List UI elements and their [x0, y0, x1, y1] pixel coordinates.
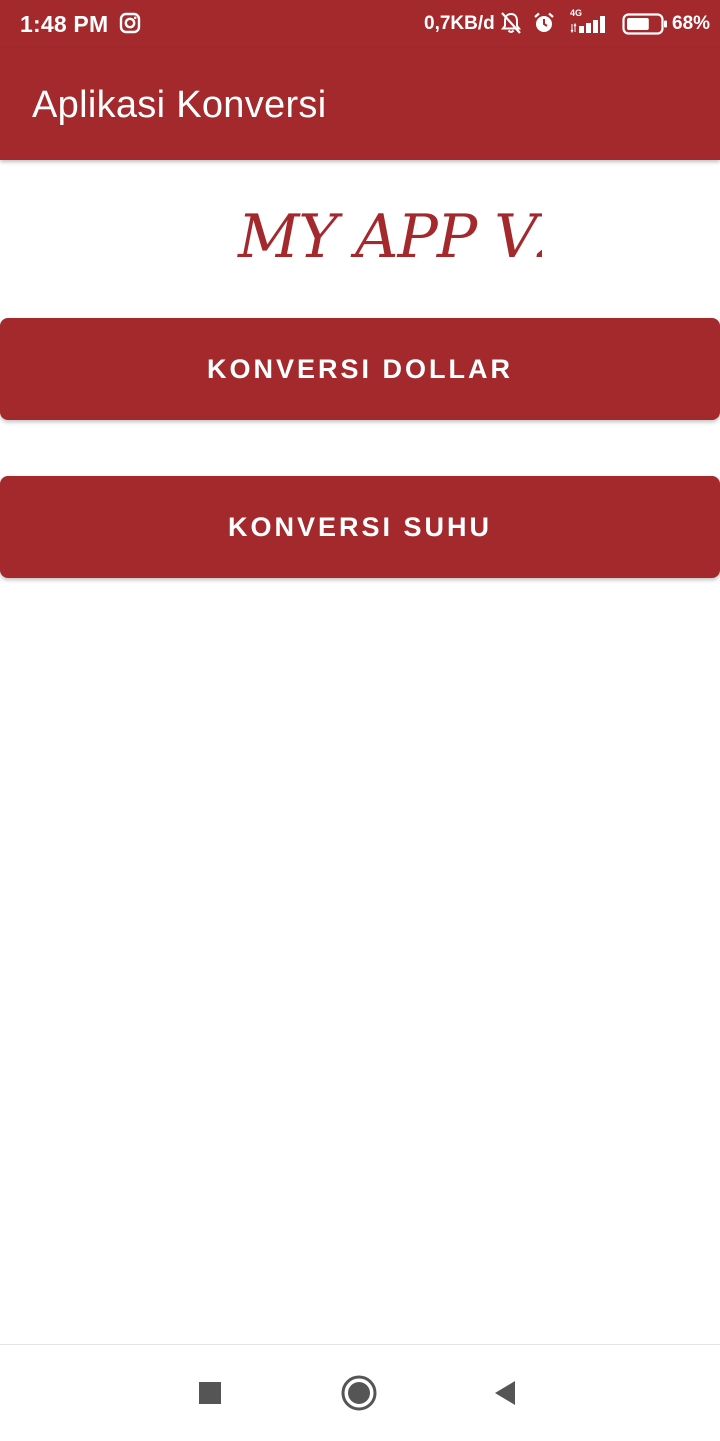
mute-bell-icon — [500, 11, 522, 40]
konversi-dollar-button[interactable]: KONVERSI DOLLAR — [0, 318, 720, 420]
back-icon — [495, 1381, 515, 1405]
home-icon — [341, 1375, 377, 1411]
status-bar: 1:48 PM 0,7KB/d 4G 68% — [0, 0, 720, 48]
app-title: Aplikasi Konversi — [32, 84, 327, 126]
konversi-suhu-button[interactable]: KONVERSI SUHU — [0, 476, 720, 578]
signal-icon — [570, 12, 612, 39]
back-button[interactable] — [482, 1369, 530, 1417]
battery-icon — [622, 12, 668, 41]
recents-icon — [199, 1382, 221, 1404]
instagram-icon — [119, 12, 141, 39]
navigation-bar — [0, 1344, 720, 1441]
alarm-icon — [533, 12, 555, 39]
app-bar: Aplikasi Konversi — [0, 48, 720, 160]
app-logo: MY APP V2 — [232, 196, 542, 280]
network-speed: 0,7KB/d — [424, 13, 495, 34]
home-button[interactable] — [335, 1369, 383, 1417]
recents-button[interactable] — [186, 1369, 234, 1417]
status-time: 1:48 PM — [20, 11, 109, 37]
logo-text: MY APP V2 — [238, 202, 542, 272]
battery-percent: 68% — [672, 13, 711, 34]
